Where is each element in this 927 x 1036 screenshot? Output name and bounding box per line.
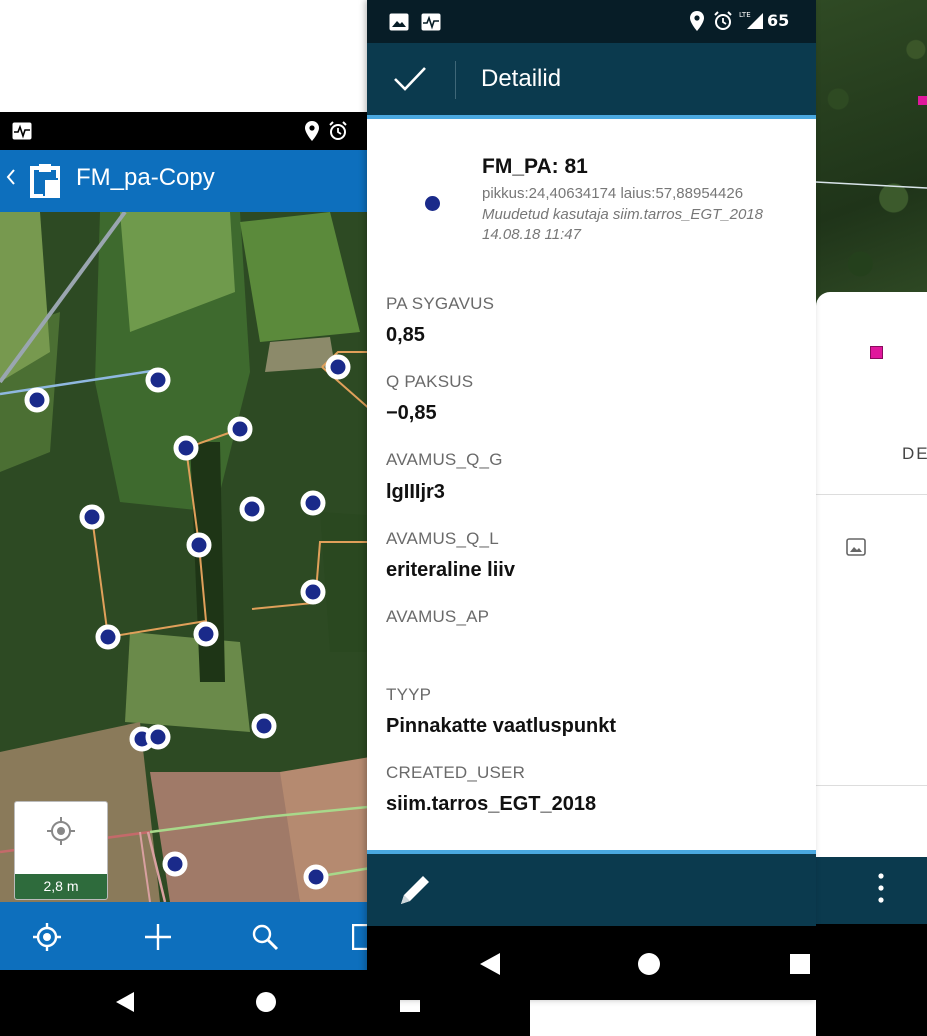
magenta-point-icon [870,346,883,359]
field-label-pa-sygavus: PA SYGAVUS [386,294,495,313]
feature-name: FM_PA: 81 [482,155,588,178]
field-value-created-user: siim.tarros_EGT_2018 [386,793,597,815]
divider [816,785,927,786]
nav-back-icon[interactable] [478,951,502,981]
nav-home-icon[interactable] [255,991,277,1017]
back-chevron-icon[interactable] [6,168,16,190]
middle-bottom-bar [367,854,816,926]
field-value-avamus-q-l: eriteraline liiv [386,559,515,581]
feature-details[interactable]: FM_PA: 81 pikkus:24,40634174 laius:57,88… [367,119,816,850]
scale-label: 2,8 m [15,874,107,899]
nav-home-icon[interactable] [637,952,661,980]
lte-signal-icon: LTE [739,9,765,35]
feature-edited-by: Muudetud kasutaja siim.tarros_EGT_2018 [482,206,763,223]
field-label-created-user: CREATED_USER [386,763,526,782]
search-icon[interactable] [250,922,280,956]
alarm-icon [713,11,733,35]
image-notification-icon [389,13,409,35]
divider [816,494,927,495]
right-bottom-bar [816,857,927,924]
overflow-menu-icon[interactable] [878,871,884,907]
middle-app-bar: Detailid [367,43,816,115]
right-nav-bar [816,924,927,1036]
feature-coords: pikkus:24,40634174 laius:57,88954426 [482,185,744,202]
plus-icon[interactable] [143,922,173,956]
feature-edited-at: 14.08.18 11:47 [482,226,581,243]
field-label-avamus-q-l: AVAMUS_Q_L [386,529,499,548]
checkmark-icon[interactable] [393,65,427,97]
right-phone-screen: DE [816,0,927,1036]
field-value-tyyp: Pinnakatte vaatluspunkt [386,715,617,737]
nav-recents-icon[interactable] [790,954,810,978]
locate-icon[interactable] [32,922,62,956]
layers-icon[interactable] [351,923,377,954]
middle-phone-screen: LTE 65 Detailid FM_PA: 81 pikkus:24,4063… [367,0,816,1000]
field-value-pa-sygavus: 0,85 [386,324,425,346]
scale-widget[interactable]: 2,8 m [14,801,108,900]
image-icon[interactable] [846,538,866,556]
middle-status-bar: LTE 65 [367,0,816,43]
right-map-view[interactable] [816,0,927,330]
gps-crosshair-icon [46,816,76,850]
details-tab-partial[interactable]: DE [902,444,927,464]
field-value-avamus-q-g: lgIIIjr3 [386,481,445,503]
svg-text:LTE: LTE [739,11,751,19]
appbar-divider [455,61,456,99]
pulse-icon [421,13,441,35]
field-label-q-paksus: Q PAKSUS [386,372,474,391]
location-pin-icon [305,121,319,145]
alarm-icon [328,121,348,145]
field-label-avamus-q-g: AVAMUS_Q_G [386,450,503,469]
location-pin-icon [690,11,704,35]
battery-percent: 65 [767,11,790,30]
app-title: FM_pa-Copy [76,164,215,191]
middle-nav-bar [367,926,816,1000]
right-detail-sheet: DE [816,292,927,857]
nav-back-icon[interactable] [114,990,136,1018]
field-label-tyyp: TYYP [386,685,432,704]
field-label-avamus-ap: AVAMUS_AP [386,607,490,626]
pulse-icon [12,122,32,144]
magenta-point-marker [918,96,927,105]
edit-pencil-icon[interactable] [395,870,435,914]
clipboard-icon [30,162,62,202]
feature-point-icon [425,196,440,211]
right-map-overlay [816,96,927,189]
field-value-q-paksus: −0,85 [386,402,437,424]
page-title: Detailid [481,65,562,92]
